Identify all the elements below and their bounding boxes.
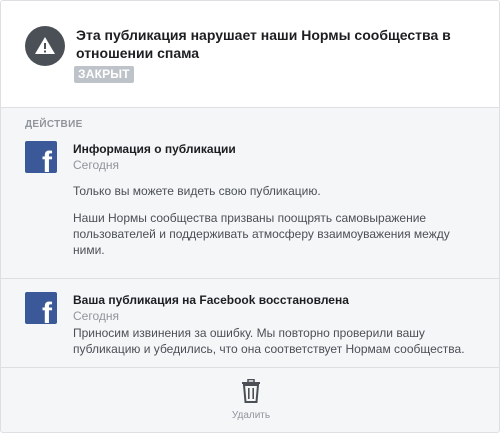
- status-badge: ЗАКРЫТ: [74, 66, 134, 83]
- trash-icon: [242, 379, 260, 403]
- notification-panel: Эта публикация нарушает наши Нормы сообщ…: [0, 0, 500, 433]
- delete-button[interactable]: Удалить: [201, 379, 301, 424]
- header: Эта публикация нарушает наши Нормы сообщ…: [1, 1, 499, 108]
- facebook-logo-icon: f: [25, 292, 57, 330]
- item-text: Только вы можете видеть свою публикацию.: [73, 184, 321, 198]
- item-title: Информация о публикации: [73, 142, 236, 156]
- divider: [1, 367, 499, 368]
- divider: [1, 278, 499, 279]
- facebook-logo-icon: f: [25, 141, 57, 179]
- item-title: Ваша публикация на Facebook восстановлен…: [73, 293, 349, 307]
- item-date: Сегодня: [73, 158, 119, 172]
- item-text: Приносим извинения за ошибку. Мы повторн…: [73, 326, 465, 356]
- section-label: ДЕЙСТВИЕ: [25, 119, 83, 130]
- page-title: Эта публикация нарушает наши Нормы сообщ…: [76, 27, 451, 61]
- item-text: Наши Нормы сообщества призваны поощрять …: [73, 211, 450, 257]
- warning-icon: [25, 26, 65, 66]
- item-date: Сегодня: [73, 309, 119, 323]
- delete-label: Удалить: [231, 410, 271, 421]
